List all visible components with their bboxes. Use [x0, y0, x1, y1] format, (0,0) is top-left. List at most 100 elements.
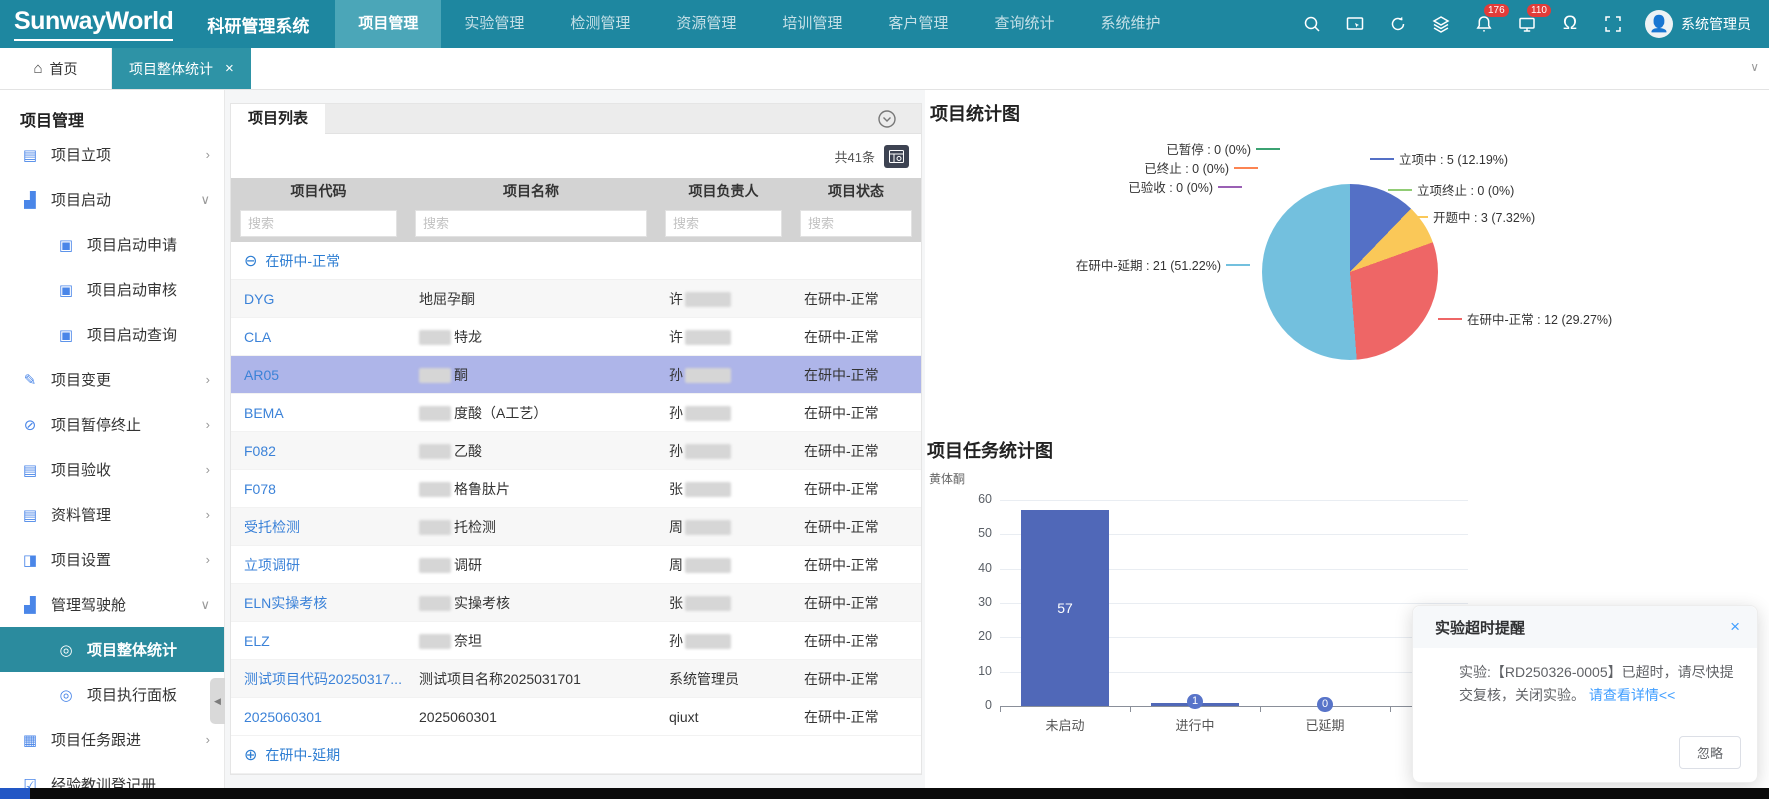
y-tick-label: 50 — [958, 526, 992, 540]
chevron-right-icon: › — [206, 552, 210, 567]
column-header-2[interactable]: 项目负责人 — [656, 181, 791, 201]
x-category-label: 已延期 — [1275, 715, 1375, 734]
tab-home[interactable]: ⌂ 首页 — [0, 48, 112, 89]
sidebar-item-label: 项目执行面板 — [87, 684, 177, 705]
cell-code: F078 — [231, 481, 406, 497]
sidebar-item-13[interactable]: ▦项目任务跟进› — [0, 717, 224, 762]
table-row-8[interactable]: ELN实操考核实操考核张在研中-正常 — [231, 584, 921, 622]
sidebar-item-2[interactable]: ▣项目启动申请 — [0, 222, 224, 267]
search-input-col-1[interactable] — [415, 210, 647, 237]
redacted-blur — [685, 406, 731, 421]
sidebar-item-0[interactable]: ▤项目立项› — [0, 132, 224, 177]
table-row-0[interactable]: DYG地屈孕酮许在研中-正常 — [231, 280, 921, 318]
search-input-col-3[interactable] — [800, 210, 912, 237]
y-tick-label: 20 — [958, 629, 992, 643]
sidebar-item-5[interactable]: ✎项目变更› — [0, 357, 224, 402]
search-input-col-0[interactable] — [240, 210, 397, 237]
table-icon: ▦ — [20, 731, 40, 749]
sidebar-item-4[interactable]: ▣项目启动查询 — [0, 312, 224, 357]
nav-item-0[interactable]: 项目管理 — [335, 0, 441, 48]
table-row-9[interactable]: ELZ奈坦孙在研中-正常 — [231, 622, 921, 660]
sidebar-item-8[interactable]: ▤资料管理› — [0, 492, 224, 537]
close-icon[interactable]: × — [225, 60, 234, 77]
nav-item-1[interactable]: 实验管理 — [441, 0, 547, 48]
sidebar-item-6[interactable]: ⊘项目暂停终止› — [0, 402, 224, 447]
refresh-icon[interactable] — [1387, 13, 1409, 35]
group-header-closed[interactable]: ⊕ 在研中-延期 — [231, 736, 921, 774]
panel-tab-project-list[interactable]: 项目列表 — [231, 104, 325, 134]
table-body: DYG地屈孕酮许在研中-正常CLA特龙许在研中-正常AR05酮孙在研中-正常BE… — [231, 280, 921, 736]
cell-name: 2025060301 — [406, 709, 656, 725]
cell-code: AR05 — [231, 367, 406, 383]
y-tick-label: 0 — [958, 698, 992, 712]
redacted-blur — [419, 406, 451, 421]
popup-close-icon[interactable]: × — [1730, 617, 1740, 637]
bell-icon[interactable]: 176 — [1473, 13, 1495, 35]
sidebar-item-label: 管理驾驶舱 — [51, 594, 126, 615]
table-row-1[interactable]: CLA特龙许在研中-正常 — [231, 318, 921, 356]
sidebar-item-10[interactable]: ▟管理驾驶舱∨ — [0, 582, 224, 627]
table-row-7[interactable]: 立项调研调研周在研中-正常 — [231, 546, 921, 584]
pie-connector-line — [1234, 167, 1258, 169]
table-settings-icon[interactable] — [884, 145, 909, 168]
pie-connector-line — [1438, 318, 1462, 320]
column-header-0[interactable]: 项目代码 — [231, 181, 406, 201]
sidebar-item-9[interactable]: ◨项目设置› — [0, 537, 224, 582]
sidebar-item-3[interactable]: ▣项目启动审核 — [0, 267, 224, 312]
table-row-10[interactable]: 测试项目代码20250317...测试项目名称2025031701系统管理员在研… — [231, 660, 921, 698]
pie-label-text: 在研中-正常 : 12 (29.27%) — [1467, 309, 1612, 328]
table-row-5[interactable]: F078格鲁肽片张在研中-正常 — [231, 470, 921, 508]
view-details-link[interactable]: 请查看详情<< — [1589, 687, 1675, 703]
nav-item-2[interactable]: 检测管理 — [547, 0, 653, 48]
table-row-3[interactable]: BEMA度酸（A工艺）孙在研中-正常 — [231, 394, 921, 432]
table-row-11[interactable]: 20250603012025060301qiuxt在研中-正常 — [231, 698, 921, 736]
form-icon[interactable] — [1344, 13, 1366, 35]
group-header-open[interactable]: ⊖ 在研中-正常 — [231, 242, 921, 280]
bar-value-label: 57 — [1021, 600, 1109, 616]
redacted-blur — [685, 482, 731, 497]
sidebar-item-11[interactable]: ◎项目整体统计 — [0, 627, 224, 672]
table-row-6[interactable]: 受托检测托检测周在研中-正常 — [231, 508, 921, 546]
sidebar-item-7[interactable]: ▤项目验收› — [0, 447, 224, 492]
pie-label-3: 在研中-正常 : 12 (29.27%) — [1438, 309, 1612, 328]
cell-status: 在研中-正常 — [791, 517, 921, 537]
column-header-3[interactable]: 项目状态 — [791, 181, 921, 201]
nav-item-4[interactable]: 培训管理 — [759, 0, 865, 48]
sidebar-item-label: 项目变更 — [51, 369, 111, 390]
system-title: 科研管理系统 — [207, 12, 309, 37]
pie-label-0: 立项中 : 5 (12.19%) — [1370, 149, 1508, 168]
monitor-icon[interactable]: 110 — [1516, 13, 1538, 35]
nav-item-6[interactable]: 查询统计 — [971, 0, 1077, 48]
user-box[interactable]: 👤 系统管理员 — [1645, 10, 1751, 38]
nav-item-7[interactable]: 系统维护 — [1077, 0, 1183, 48]
card-icon: ▤ — [20, 461, 40, 479]
omega-icon[interactable]: Ω — [1559, 13, 1581, 35]
layers-icon[interactable] — [1430, 13, 1452, 35]
column-header-1[interactable]: 项目名称 — [406, 181, 656, 201]
search-cell-2 — [656, 210, 791, 237]
nav-item-3[interactable]: 资源管理 — [653, 0, 759, 48]
sidebar-item-1[interactable]: ▟项目启动∨ — [0, 177, 224, 222]
cell-status: 在研中-正常 — [791, 289, 921, 309]
bar-chart-subtitle: 黄体酮 — [929, 470, 965, 487]
tab-list-caret-icon[interactable]: ∨ — [1750, 60, 1759, 74]
sidebar-item-12[interactable]: ◎项目执行面板 — [0, 672, 224, 717]
sidebar-collapse-handle[interactable]: ◀ — [210, 678, 225, 724]
cell-status: 在研中-正常 — [791, 403, 921, 423]
ignore-button[interactable]: 忽略 — [1679, 736, 1741, 769]
search-input-col-2[interactable] — [665, 210, 782, 237]
tab-project-statistics[interactable]: 项目整体统计 × — [112, 48, 251, 89]
pie-connector-line — [1256, 148, 1280, 150]
table-row-2[interactable]: AR05酮孙在研中-正常 — [231, 356, 921, 394]
search-icon[interactable] — [1301, 13, 1323, 35]
fullscreen-icon[interactable] — [1602, 13, 1624, 35]
cell-code: 2025060301 — [231, 709, 406, 725]
cell-status: 在研中-正常 — [791, 631, 921, 651]
table-row-4[interactable]: F082乙酸孙在研中-正常 — [231, 432, 921, 470]
expand-group-icon: ⊕ — [244, 745, 257, 765]
cell-owner: qiuxt — [656, 709, 791, 725]
tab-bar: ⌂ 首页 项目整体统计 × ∨ — [0, 48, 1769, 90]
nav-item-5[interactable]: 客户管理 — [865, 0, 971, 48]
panel-collapse-icon[interactable] — [877, 109, 897, 134]
collapse-group-icon: ⊖ — [244, 251, 257, 271]
